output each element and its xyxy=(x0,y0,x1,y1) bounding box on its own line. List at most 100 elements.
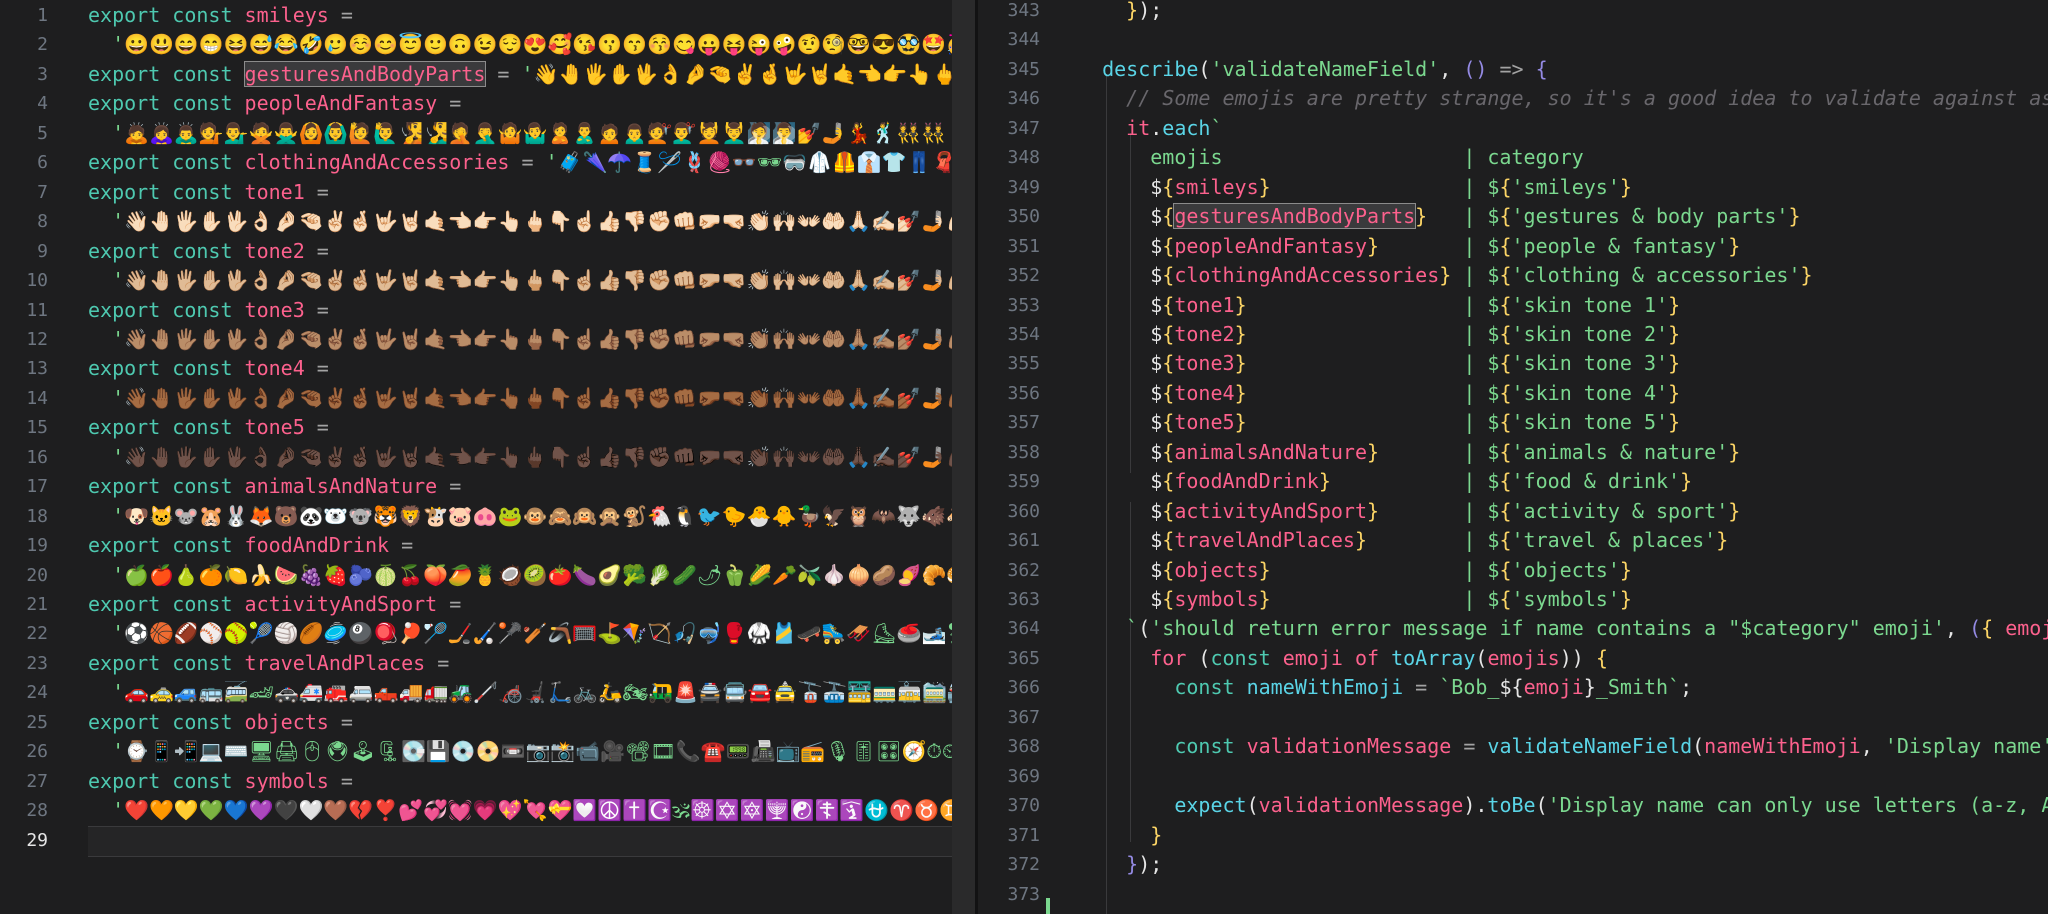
code-text[interactable]: '🍏🍎🍐🍊🍋🍌🍉🍇🍓🫐🍈🍒🍑🥭🍍🥥🥝🍅🍆🥑🥦🥬🥒🌶🫑🌽🥕🫒🧄🧅🥔🍠🥐🥯🍞🥖🥨🧀🥚… xyxy=(88,561,975,591)
code-line[interactable]: 352 ${clothingAndAccessories} | ${'cloth… xyxy=(978,261,2048,291)
left-editor-pane[interactable]: 1 export const smileys = 2 '😀😃😄😁😆😅😂🤣🥲☺️😊😇🙂… xyxy=(0,0,975,914)
code-line[interactable]: 6 export const clothingAndAccessories = '… xyxy=(0,148,975,178)
code-line[interactable]: 22 '⚽️🏀🏈⚾️🥎🎾🏐🏉🥏🎱🪀🏓🏸🏒🏑🥍🏏🪃🥅⛳️🪁🏹🎣🤿🥊🥋🎽🛹🛼🛷⛸🥌🎿… xyxy=(0,619,975,649)
code-text[interactable]: ${activityAndSport} | ${'activity & spor… xyxy=(1078,497,1740,527)
code-line[interactable]: 353 ${tone1} | ${'skin tone 1'} xyxy=(978,291,2048,321)
code-text[interactable]: '🚗🚕🚙🚌🚎🏎🚓🚑🚒🚐🛻🚚🚛🚜🦯🦽🦼🛴🚲🛵🏍🛺🚨🚔🚍🚘🚖🚡🚠🚟🚃🚋🚞🚝🚄🚅🚈🚂🚆… xyxy=(88,678,975,708)
code-text[interactable]: // Some emojis are pretty strange, so it… xyxy=(1078,84,2048,114)
code-text[interactable]: export const tone4 = xyxy=(88,354,329,384)
code-text[interactable]: '👋🏼🤚🏼🖐🏼✋🏼🖖🏼👌🏼🤌🏼🤏🏼✌🏼🤞🏼🤟🏼🤘🏼🤙🏼👈🏼👉🏼👆🏼🖕🏼👇🏼☝🏼👍… xyxy=(88,266,975,296)
code-line[interactable]: 345 describe('validateNameField', () => … xyxy=(978,55,2048,85)
code-text[interactable]: '🙇🙇‍♀️🙇‍♂️💁💁‍♂️🙅🙅‍♂️🙆🙆‍♂️🙋🙋‍♂️🧏🧏‍♂️🤦🤦‍♂️… xyxy=(88,119,975,149)
code-text[interactable]: export const smileys = xyxy=(88,1,353,31)
code-line[interactable]: 358 ${animalsAndNature} | ${'animals & n… xyxy=(978,438,2048,468)
code-line[interactable]: 16 '👋🏿🤚🏿🖐🏿✋🏿🖖🏿👌🏿🤌🏿🤏🏿✌🏿🤞🏿🤟🏿🤘🏿🤙🏿👈🏿👉🏿👆🏿🖕🏿👇🏿… xyxy=(0,443,975,473)
code-line[interactable]: 23 export const travelAndPlaces = xyxy=(0,649,975,679)
code-line[interactable]: 17 export const animalsAndNature = xyxy=(0,472,975,502)
code-line[interactable]: 359 ${foodAndDrink} | ${'food & drink'} xyxy=(978,467,2048,497)
code-line[interactable]: 370 expect(validationMessage).toBe('Disp… xyxy=(978,791,2048,821)
code-text[interactable]: const validationMessage = validateNameFi… xyxy=(1078,732,2048,762)
code-line[interactable]: 28 '❤️🧡💛💚💙💜🖤🤍🤎💔❣️💕💞💓💗💖💘💝💟☮️✝️☪️🕉☸️✡️🔯🕎☯️… xyxy=(0,796,975,826)
code-line[interactable]: 373 xyxy=(978,880,2048,910)
code-text[interactable]: ${foodAndDrink} | ${'food & drink'} xyxy=(1078,467,1692,497)
code-line[interactable]: 366 const nameWithEmoji = `Bob_${emoji}_… xyxy=(978,673,2048,703)
code-line[interactable]: 21 export const activityAndSport = xyxy=(0,590,975,620)
code-text[interactable]: ${tone4} | ${'skin tone 4'} xyxy=(1078,379,1680,409)
code-text[interactable]: expect(validationMessage).toBe('Display … xyxy=(1078,791,2048,821)
code-text[interactable]: '👋🏾🤚🏾🖐🏾✋🏾🖖🏾👌🏾🤌🏾🤏🏾✌🏾🤞🏾🤟🏾🤘🏾🤙🏾👈🏾👉🏾👆🏾🖕🏾👇🏾☝🏾👍… xyxy=(88,384,975,414)
code-text[interactable]: '👋🏽🤚🏽🖐🏽✋🏽🖖🏽👌🏽🤌🏽🤏🏽✌🏽🤞🏽🤟🏽🤘🏽🤙🏽👈🏽👉🏽👆🏽🖕🏽👇🏽☝🏽👍… xyxy=(88,325,975,355)
code-line[interactable]: 351 ${peopleAndFantasy} | ${'people & fa… xyxy=(978,232,2048,262)
right-editor-pane[interactable]: 343 }); 344 345 describe('validateNameFiel… xyxy=(978,0,2048,914)
code-line[interactable]: 11 export const tone3 = xyxy=(0,296,975,326)
code-line[interactable]: 363 ${symbols} | ${'symbols'} xyxy=(978,585,2048,615)
code-line[interactable]: 349 ${smileys} | ${'smileys'} xyxy=(978,173,2048,203)
code-line[interactable]: 347 it.each` xyxy=(978,114,2048,144)
code-text[interactable]: export const objects = xyxy=(88,708,353,738)
code-line[interactable]: 19 export const foodAndDrink = xyxy=(0,531,975,561)
code-text[interactable]: export const symbols = xyxy=(88,767,353,797)
code-line[interactable]: 367 xyxy=(978,703,2048,733)
code-line[interactable]: 348 emojis | category xyxy=(978,143,2048,173)
code-line[interactable]: 25 export const objects = xyxy=(0,708,975,738)
code-line[interactable]: 1 export const smileys = xyxy=(0,1,975,31)
code-line[interactable]: 354 ${tone2} | ${'skin tone 2'} xyxy=(978,320,2048,350)
code-line[interactable]: 29 xyxy=(0,826,975,856)
code-text[interactable]: export const foodAndDrink = xyxy=(88,531,413,561)
left-vertical-scrollbar[interactable] xyxy=(952,0,975,914)
code-text[interactable]: '👋🏻🤚🏻🖐🏻✋🏻🖖🏻👌🏻🤌🏻🤏🏻✌🏻🤞🏻🤟🏻🤘🏻🤙🏻👈🏻👉🏻👆🏻🖕🏻👇🏻☝🏻👍… xyxy=(88,207,975,237)
code-text[interactable]: '⚽️🏀🏈⚾️🥎🎾🏐🏉🥏🎱🪀🏓🏸🏒🏑🥍🏏🪃🥅⛳️🪁🏹🎣🤿🥊🥋🎽🛹🛼🛷⛸🥌🎿⛷🏂🪂… xyxy=(88,619,975,649)
code-line[interactable]: 9 export const tone2 = xyxy=(0,237,975,267)
code-line[interactable]: 371 } xyxy=(978,821,2048,851)
code-line[interactable]: 13 export const tone4 = xyxy=(0,354,975,384)
code-line[interactable]: 14 '👋🏾🤚🏾🖐🏾✋🏾🖖🏾👌🏾🤌🏾🤏🏾✌🏾🤞🏾🤟🏾🤘🏾🤙🏾👈🏾👉🏾👆🏾🖕🏾👇🏾… xyxy=(0,384,975,414)
code-text[interactable]: export const gesturesAndBodyParts = '👋🤚🖐… xyxy=(88,60,975,90)
code-line[interactable]: 344 xyxy=(978,25,2048,55)
code-line[interactable]: 3 export const gesturesAndBodyParts = '👋🤚… xyxy=(0,60,975,90)
code-line[interactable]: 356 ${tone4} | ${'skin tone 4'} xyxy=(978,379,2048,409)
code-text[interactable]: }); xyxy=(1078,0,1162,26)
code-text[interactable]: export const activityAndSport = xyxy=(88,590,461,620)
code-line[interactable]: 27 export const symbols = xyxy=(0,767,975,797)
code-line[interactable]: 15 export const tone5 = xyxy=(0,413,975,443)
code-line[interactable]: 357 ${tone5} | ${'skin tone 5'} xyxy=(978,408,2048,438)
code-text[interactable]: ${smileys} | ${'smileys'} xyxy=(1078,173,1632,203)
code-line[interactable]: 12 '👋🏽🤚🏽🖐🏽✋🏽🖖🏽👌🏽🤌🏽🤏🏽✌🏽🤞🏽🤟🏽🤘🏽🤙🏽👈🏽👉🏽👆🏽🖕🏽👇🏽… xyxy=(0,325,975,355)
code-text[interactable]: ${animalsAndNature} | ${'animals & natur… xyxy=(1078,438,1740,468)
code-line[interactable]: 361 ${travelAndPlaces} | ${'travel & pla… xyxy=(978,526,2048,556)
code-line[interactable]: 8 '👋🏻🤚🏻🖐🏻✋🏻🖖🏻👌🏻🤌🏻🤏🏻✌🏻🤞🏻🤟🏻🤘🏻🤙🏻👈🏻👉🏻👆🏻🖕🏻👇🏻☝… xyxy=(0,207,975,237)
code-text[interactable]: export const clothingAndAccessories = '🧳… xyxy=(88,148,975,178)
code-text[interactable]: ${clothingAndAccessories} | ${'clothing … xyxy=(1078,261,1812,291)
code-line[interactable]: 350 ${gesturesAndBodyParts} | ${'gesture… xyxy=(978,202,2048,232)
code-line[interactable]: 369 xyxy=(978,762,2048,792)
code-text[interactable]: export const travelAndPlaces = xyxy=(88,649,449,679)
code-line[interactable]: 365 for (const emoji of toArray(emojis))… xyxy=(978,644,2048,674)
code-line[interactable]: 5 '🙇🙇‍♀️🙇‍♂️💁💁‍♂️🙅🙅‍♂️🙆🙆‍♂️🙋🙋‍♂️🧏🧏‍♂️🤦🤦‍… xyxy=(0,119,975,149)
code-text[interactable]: '👋🏿🤚🏿🖐🏿✋🏿🖖🏿👌🏿🤌🏿🤏🏿✌🏿🤞🏿🤟🏿🤘🏿🤙🏿👈🏿👉🏿👆🏿🖕🏿👇🏿☝🏿👍… xyxy=(88,443,975,473)
code-line[interactable]: 24 '🚗🚕🚙🚌🚎🏎🚓🚑🚒🚐🛻🚚🚛🚜🦯🦽🦼🛴🚲🛵🏍🛺🚨🚔🚍🚘🚖🚡🚠🚟🚃🚋🚞🚝🚄🚅… xyxy=(0,678,975,708)
code-text[interactable]: ${tone5} | ${'skin tone 5'} xyxy=(1078,408,1680,438)
code-text[interactable]: '⌚️📱📲💻⌨️🖥🖨🖱🖲🕹🗜💽💾💿📀📼📷📸📹🎥📽🎞📞☎️📟📠📺📻🎙🎚🎛🧭⏱⏲⏰🕰… xyxy=(88,737,975,767)
code-text[interactable]: emojis | category xyxy=(1078,143,1584,173)
code-text[interactable]: } xyxy=(1078,821,1162,851)
code-line[interactable]: 2 '😀😃😄😁😆😅😂🤣🥲☺️😊😇🙂🙃😉😌😍🥰😘😗😙😚😋😛😝😜🤪🤨🧐🤓😎🥸🤩🥳😏😒… xyxy=(0,30,975,60)
code-text[interactable]: ${gesturesAndBodyParts} | ${'gestures & … xyxy=(1078,202,1801,232)
code-text[interactable]: ${symbols} | ${'symbols'} xyxy=(1078,585,1632,615)
code-text[interactable]: }); xyxy=(1078,850,1162,880)
code-line[interactable]: 20 '🍏🍎🍐🍊🍋🍌🍉🍇🍓🫐🍈🍒🍑🥭🍍🥥🥝🍅🍆🥑🥦🥬🥒🌶🫑🌽🥕🫒🧄🧅🥔🍠🥐🥯🍞🥖… xyxy=(0,561,975,591)
code-line[interactable]: 346 // Some emojis are pretty strange, s… xyxy=(978,84,2048,114)
code-line[interactable]: 355 ${tone3} | ${'skin tone 3'} xyxy=(978,349,2048,379)
code-text[interactable]: ${travelAndPlaces} | ${'travel & places'… xyxy=(1078,526,1728,556)
code-text[interactable]: '🐶🐱🐭🐹🐰🦊🐻🐼🐻‍❄️🐨🐯🦁🐮🐷🐽🐸🐵🙈🙉🙊🐒🐔🐧🐦🐤🐣🐥🦆🦅🦉🦇🐺🐗🐴🦄🐝… xyxy=(88,502,975,532)
code-line[interactable]: 364 `('should return error message if na… xyxy=(978,614,2048,644)
code-text[interactable]: export const tone5 = xyxy=(88,413,329,443)
code-text[interactable]: export const animalsAndNature = xyxy=(88,472,461,502)
code-line[interactable]: 372 }); xyxy=(978,850,2048,880)
code-text[interactable]: `('should return error message if name c… xyxy=(1078,614,2048,644)
code-line[interactable]: 26 '⌚️📱📲💻⌨️🖥🖨🖱🖲🕹🗜💽💾💿📀📼📷📸📹🎥📽🎞📞☎️📟📠📺📻🎙🎚🎛🧭⏱… xyxy=(0,737,975,767)
code-text[interactable]: ${objects} | ${'objects'} xyxy=(1078,556,1632,586)
code-text[interactable]: export const peopleAndFantasy = xyxy=(88,89,461,119)
code-line[interactable]: 4 export const peopleAndFantasy = xyxy=(0,89,975,119)
code-text[interactable]: describe('validateNameField', () => { xyxy=(1078,55,1548,85)
code-line[interactable]: 362 ${objects} | ${'objects'} xyxy=(978,556,2048,586)
